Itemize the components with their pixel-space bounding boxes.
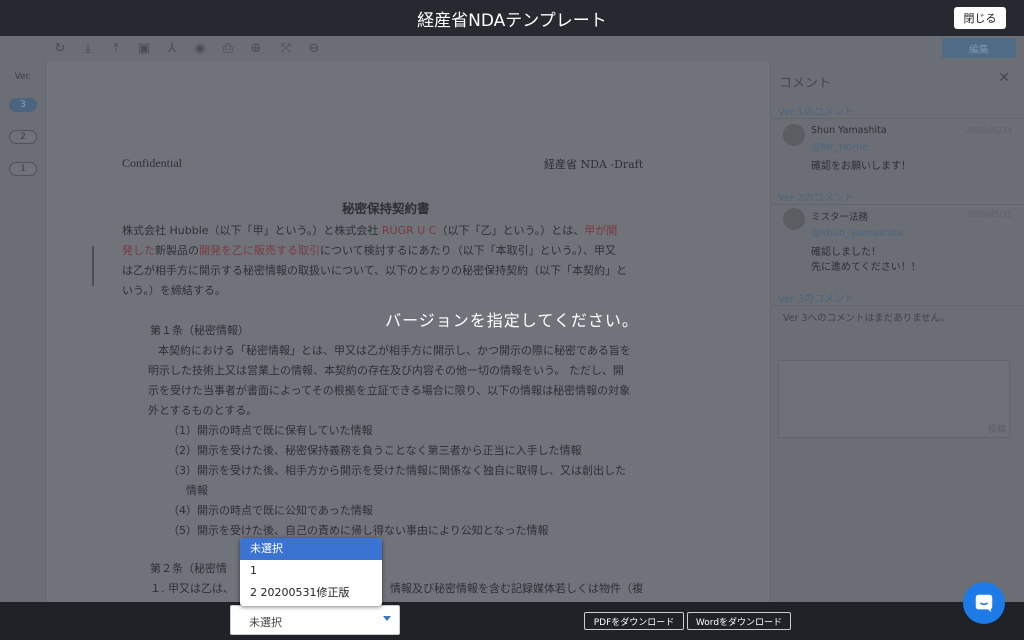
post-button[interactable]: 投稿 <box>988 422 1006 435</box>
highlight-span: 発した <box>122 244 155 257</box>
upload-icon[interactable]: ⤒ <box>108 41 124 57</box>
version-select-value: 未選択 <box>249 616 282 629</box>
dropdown-option-2[interactable]: 2 20200531修正版 <box>240 582 382 604</box>
print-icon[interactable]: ⎙ <box>220 41 236 57</box>
article1-item-3-cont: 情報 <box>186 484 208 497</box>
save-icon[interactable]: ▣ <box>136 41 152 57</box>
divider <box>771 204 1024 205</box>
article1-item-5: （5）開示を受けた後、自己の責めに帰し得ない事由により公知となった情報 <box>168 524 549 537</box>
version-pill-1[interactable]: 1 <box>9 162 37 176</box>
comment-author: ミスター法務 <box>811 212 869 223</box>
preamble-line-1: 株式会社 Hubble（以下「甲」という。）と株式会社 RUGR U C（以下「… <box>122 222 617 238</box>
divider <box>771 305 1024 306</box>
document-viewer: Confidential 経産省 NDA -Draft 秘密保持契約書 株式会社… <box>46 62 804 602</box>
fit-icon[interactable]: ⤧ <box>278 41 294 57</box>
version-pill-2[interactable]: 2 <box>9 130 37 144</box>
toolbar: ↻ ⤓ ⤒ ▣ ⅄ ◉ ⎙ ⊕ ⤧ ⊖ 編集 <box>0 36 1024 62</box>
comment-section-label: Ver 2のコメント <box>778 193 854 204</box>
refresh-icon[interactable]: ↻ <box>52 41 68 57</box>
version-dropdown: 未選択 1 2 20200531修正版 <box>240 538 382 606</box>
chevron-down-icon <box>383 616 391 621</box>
preamble-line-4: いう。）を締結する。 <box>122 284 226 297</box>
text-span: について検討するにあたり（以下「本取引」という。）、甲又 <box>320 244 617 257</box>
text-span: 株式会社 Hubble（以下「甲」という。）と株式会社 <box>122 224 382 237</box>
comment-section-label: Ver 3のコメント <box>778 294 854 305</box>
comments-title: コメント <box>779 76 832 91</box>
eye-icon[interactable]: ◉ <box>192 41 208 57</box>
chat-button[interactable] <box>963 582 1005 624</box>
version-label: Ver. <box>14 72 32 82</box>
close-button[interactable]: 閉じる <box>954 7 1006 29</box>
article2-line-tail: 情報及び秘密情報を含む記録媒体若しくは物件（複 <box>390 582 643 595</box>
bottom-bar <box>0 602 1024 640</box>
doc-title: 秘密保持契約書 <box>342 201 430 216</box>
comment-text: 確認しました！ <box>811 247 881 258</box>
comment-text: 確認をお願いします！ <box>811 161 911 172</box>
article1-body-4: 外とするものとする。 <box>148 404 258 417</box>
version-pill-3[interactable]: 3 <box>9 98 37 112</box>
text-span: 新製品の <box>155 244 199 257</box>
article1-item-4: （4）開示の時点で既に公知であった情報 <box>168 504 373 517</box>
highlight-span: 甲が開 <box>584 224 618 237</box>
highlight-span: RUGR U C <box>381 224 437 237</box>
article1-body-2: 明示した技術上又は営業上の情報、本契約の存在及び内容その他一切の情報をいう。 た… <box>148 364 624 377</box>
comment-date: 2020/05/24 <box>965 126 1012 135</box>
article2-line: １. 甲又は乙は、 <box>150 582 234 595</box>
sign-icon[interactable]: ⅄ <box>164 41 180 57</box>
chat-icon <box>975 594 993 613</box>
comment-mention[interactable]: @shun_yamashita <box>811 228 903 239</box>
download-icon[interactable]: ⤓ <box>80 41 96 57</box>
word-download-button[interactable]: Wordをダウンロード <box>687 612 791 630</box>
comment-mention[interactable]: @Mr_Home <box>811 142 868 153</box>
preamble-line-2: 発した新製品の開発を乙に販売する取引について検討するにあたり（以下「本取引」とい… <box>122 242 616 258</box>
comment-input[interactable] <box>778 360 1010 438</box>
comment-author: Shun Yamashita <box>811 125 887 136</box>
zoom-out-icon[interactable]: ⊖ <box>306 41 322 57</box>
article1-item-3: （3）開示を受けた後、相手方から開示を受けた情報に関係なく独自に取得し、又は創出… <box>168 464 626 477</box>
doc-header-left: Confidential <box>122 156 182 170</box>
article1-item-1: （1）開示の時点で既に保有していた情報 <box>168 424 373 437</box>
article2-title: 第２条（秘密情 <box>150 562 227 575</box>
dropdown-option-1[interactable]: 1 <box>240 560 382 582</box>
avatar <box>783 124 805 146</box>
comments-panel: コメント ✕ Ver 1のコメント Shun Yamashita 2020/05… <box>770 62 1024 602</box>
article1-body-3: 示を受けた当事者が書面によってその根拠を立証できる場合に限り、以下の情報は秘密情… <box>148 384 631 397</box>
dropdown-option-none[interactable]: 未選択 <box>240 538 382 560</box>
preamble-line-3: は乙が相手方に開示する秘密情報の取扱いについて、以下のとおりの秘密保持契約（以下… <box>122 264 628 277</box>
zoom-in-icon[interactable]: ⊕ <box>248 41 264 57</box>
pdf-download-button[interactable]: PDFをダウンロード <box>584 612 684 630</box>
version-prompt: バージョンを指定してください。 <box>385 311 639 330</box>
avatar <box>783 208 805 230</box>
close-icon[interactable]: ✕ <box>998 70 1010 86</box>
article1-body-1: 本契約における「秘密情報」とは、甲又は乙が相手方に開示し、かつ開示の際に秘密であ… <box>158 344 631 357</box>
comment-text: 先に進めてください！！ <box>811 262 921 273</box>
title-bar: 経産省NDAテンプレート 閉じる <box>0 0 1024 36</box>
edit-button[interactable]: 編集 <box>942 38 1016 58</box>
version-sidebar: Ver. 3 2 1 <box>0 62 46 602</box>
highlight-span: 開発を乙に販売する取引 <box>199 244 320 257</box>
version-select[interactable]: 未選択 <box>230 605 400 635</box>
comment-date: 2020/05/31 <box>965 210 1012 219</box>
article1-item-2: （2）開示を受けた後、秘密保持義務を負うことなく第三者から正当に入手した情報 <box>168 444 582 457</box>
doc-header-right: 経産省 NDA -Draft <box>544 158 644 171</box>
change-marker <box>92 246 94 286</box>
window-title: 経産省NDAテンプレート <box>417 11 607 31</box>
divider <box>771 118 1024 119</box>
text-span: （以下「乙」という。）とは、 <box>436 224 585 237</box>
comment-section-label: Ver 1のコメント <box>778 107 854 118</box>
